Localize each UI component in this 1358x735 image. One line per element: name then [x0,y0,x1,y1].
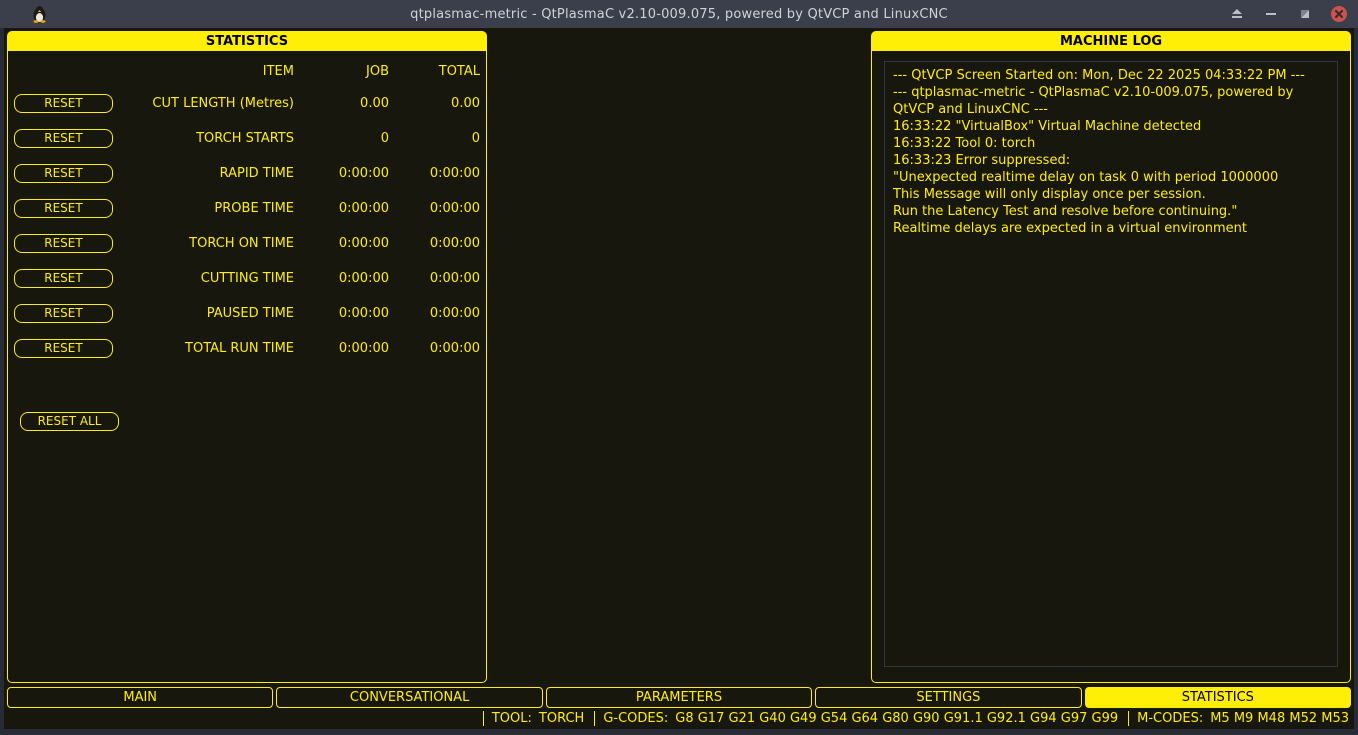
stat-job-value: 0:00:00 [294,201,389,216]
reset-button[interactable]: RESET [14,234,113,253]
stat-job-value: 0:00:00 [294,236,389,251]
statistics-row: RESET CUT LENGTH (Metres) 0.00 0.00 [14,86,480,121]
machine-log-panel: MACHINE LOG --- QtVCP Screen Started on:… [871,31,1351,683]
gcodes-value: G8 G17 G21 G40 G49 G54 G64 G80 G90 G91.1… [675,711,1118,726]
tab[interactable]: STATISTICS [1085,687,1351,708]
stat-total-value: 0:00:00 [389,341,480,356]
column-header-total: TOTAL [389,64,480,79]
titlebar[interactable]: qtplasmac-metric - QtPlasmaC v2.10-009.0… [0,0,1358,28]
stat-job-value: 0:00:00 [294,271,389,286]
stat-total-value: 0:00:00 [389,271,480,286]
log-line: This Message will only display once per … [893,186,1329,203]
log-line: --- QtVCP Screen Started on: Mon, Dec 22… [893,67,1329,84]
stat-item-label: TOTAL RUN TIME [113,341,294,356]
reset-all-button[interactable]: RESET ALL [20,412,119,431]
tab[interactable]: PARAMETERS [546,687,812,708]
maximize-restore-icon[interactable] [1296,5,1314,23]
status-separator [483,711,484,726]
status-separator [594,711,595,726]
tool-value: TORCH [539,711,584,726]
machine-log-text[interactable]: --- QtVCP Screen Started on: Mon, Dec 22… [884,61,1338,667]
status-separator [1128,711,1129,726]
statistics-row: RESET TOTAL RUN TIME 0:00:00 0:00:00 [14,331,480,366]
statistics-panel: STATISTICS ITEM JOB TOTAL RESET [7,31,487,683]
reset-button[interactable]: RESET [14,269,113,288]
stat-item-label: PAUSED TIME [113,306,294,321]
statistics-row: RESET TORCH ON TIME 0:00:00 0:00:00 [14,226,480,261]
statistics-row: RESET CUTTING TIME 0:00:00 0:00:00 [14,261,480,296]
statistics-row: RESET TORCH STARTS 0 0 [14,121,480,156]
app-window: qtplasmac-metric - QtPlasmaC v2.10-009.0… [0,0,1358,735]
stat-job-value: 0:00:00 [294,341,389,356]
stat-total-value: 0:00:00 [389,166,480,181]
stat-total-value: 0.00 [389,96,480,111]
log-line: 16:33:23 Error suppressed: [893,152,1329,169]
stat-item-label: CUTTING TIME [113,271,294,286]
reset-all-container: RESET ALL [14,412,480,431]
machine-log-panel-title: MACHINE LOG [872,32,1350,51]
reset-button[interactable]: RESET [14,304,113,323]
stat-job-value: 0:00:00 [294,166,389,181]
column-header-item: ITEM [113,64,294,79]
tab[interactable]: SETTINGS [815,687,1081,708]
log-line: 16:33:22 Tool 0: torch [893,135,1329,152]
statistics-row: RESET PROBE TIME 0:00:00 0:00:00 [14,191,480,226]
tab-bar: MAIN CONVERSATIONAL PARAMETERS SETTINGS … [7,687,1351,708]
mcodes-value: M5 M9 M48 M52 M53 [1210,711,1349,726]
log-line: "Unexpected realtime delay on task 0 wit… [893,169,1329,186]
minimize-icon[interactable] [1262,5,1280,23]
log-line: Run the Latency Test and resolve before … [893,203,1329,220]
stat-item-label: RAPID TIME [113,166,294,181]
column-header-job: JOB [294,64,389,79]
stat-total-value: 0 [389,131,480,146]
window-title: qtplasmac-metric - QtPlasmaC v2.10-009.0… [0,7,1358,22]
stat-item-label: PROBE TIME [113,201,294,216]
reset-button[interactable]: RESET [14,164,113,183]
stat-job-value: 0 [294,131,389,146]
stat-item-label: CUT LENGTH (Metres) [113,96,294,111]
stat-item-label: TORCH STARTS [113,131,294,146]
reset-button[interactable]: RESET [14,199,113,218]
window-controls [1228,0,1348,28]
statistics-row: RESET RAPID TIME 0:00:00 0:00:00 [14,156,480,191]
tab[interactable]: CONVERSATIONAL [276,687,542,708]
shade-eject-icon[interactable] [1228,5,1246,23]
stat-total-value: 0:00:00 [389,201,480,216]
log-line: Realtime delays are expected in a virtua… [893,220,1329,237]
reset-button[interactable]: RESET [14,339,113,358]
main-content: STATISTICS ITEM JOB TOTAL RESET [4,28,1354,729]
statistics-panel-title: STATISTICS [8,32,486,51]
stat-total-value: 0:00:00 [389,306,480,321]
tab[interactable]: MAIN [7,687,273,708]
reset-button[interactable]: RESET [14,94,113,113]
statistics-rows: RESET CUT LENGTH (Metres) 0.00 0.00 RESE… [14,86,480,366]
log-line: --- qtplasmac-metric - QtPlasmaC v2.10-0… [893,84,1329,118]
mcodes-label: M-CODES: [1137,711,1203,726]
stat-item-label: TORCH ON TIME [113,236,294,251]
statistics-header-row: ITEM JOB TOTAL [14,57,480,86]
stat-total-value: 0:00:00 [389,236,480,251]
close-icon[interactable] [1330,5,1348,23]
tool-label: TOOL: [492,711,532,726]
log-line: 16:33:22 "VirtualBox" Virtual Machine de… [893,118,1329,135]
statistics-table: ITEM JOB TOTAL RESET CUT LENGTH (Metres)… [8,51,486,431]
reset-button[interactable]: RESET [14,129,113,148]
gcodes-label: G-CODES: [603,711,668,726]
statistics-row: RESET PAUSED TIME 0:00:00 0:00:00 [14,296,480,331]
stat-job-value: 0.00 [294,96,389,111]
status-bar: TOOL: TORCH G-CODES: G8 G17 G21 G40 G49 … [7,708,1351,729]
stat-job-value: 0:00:00 [294,306,389,321]
